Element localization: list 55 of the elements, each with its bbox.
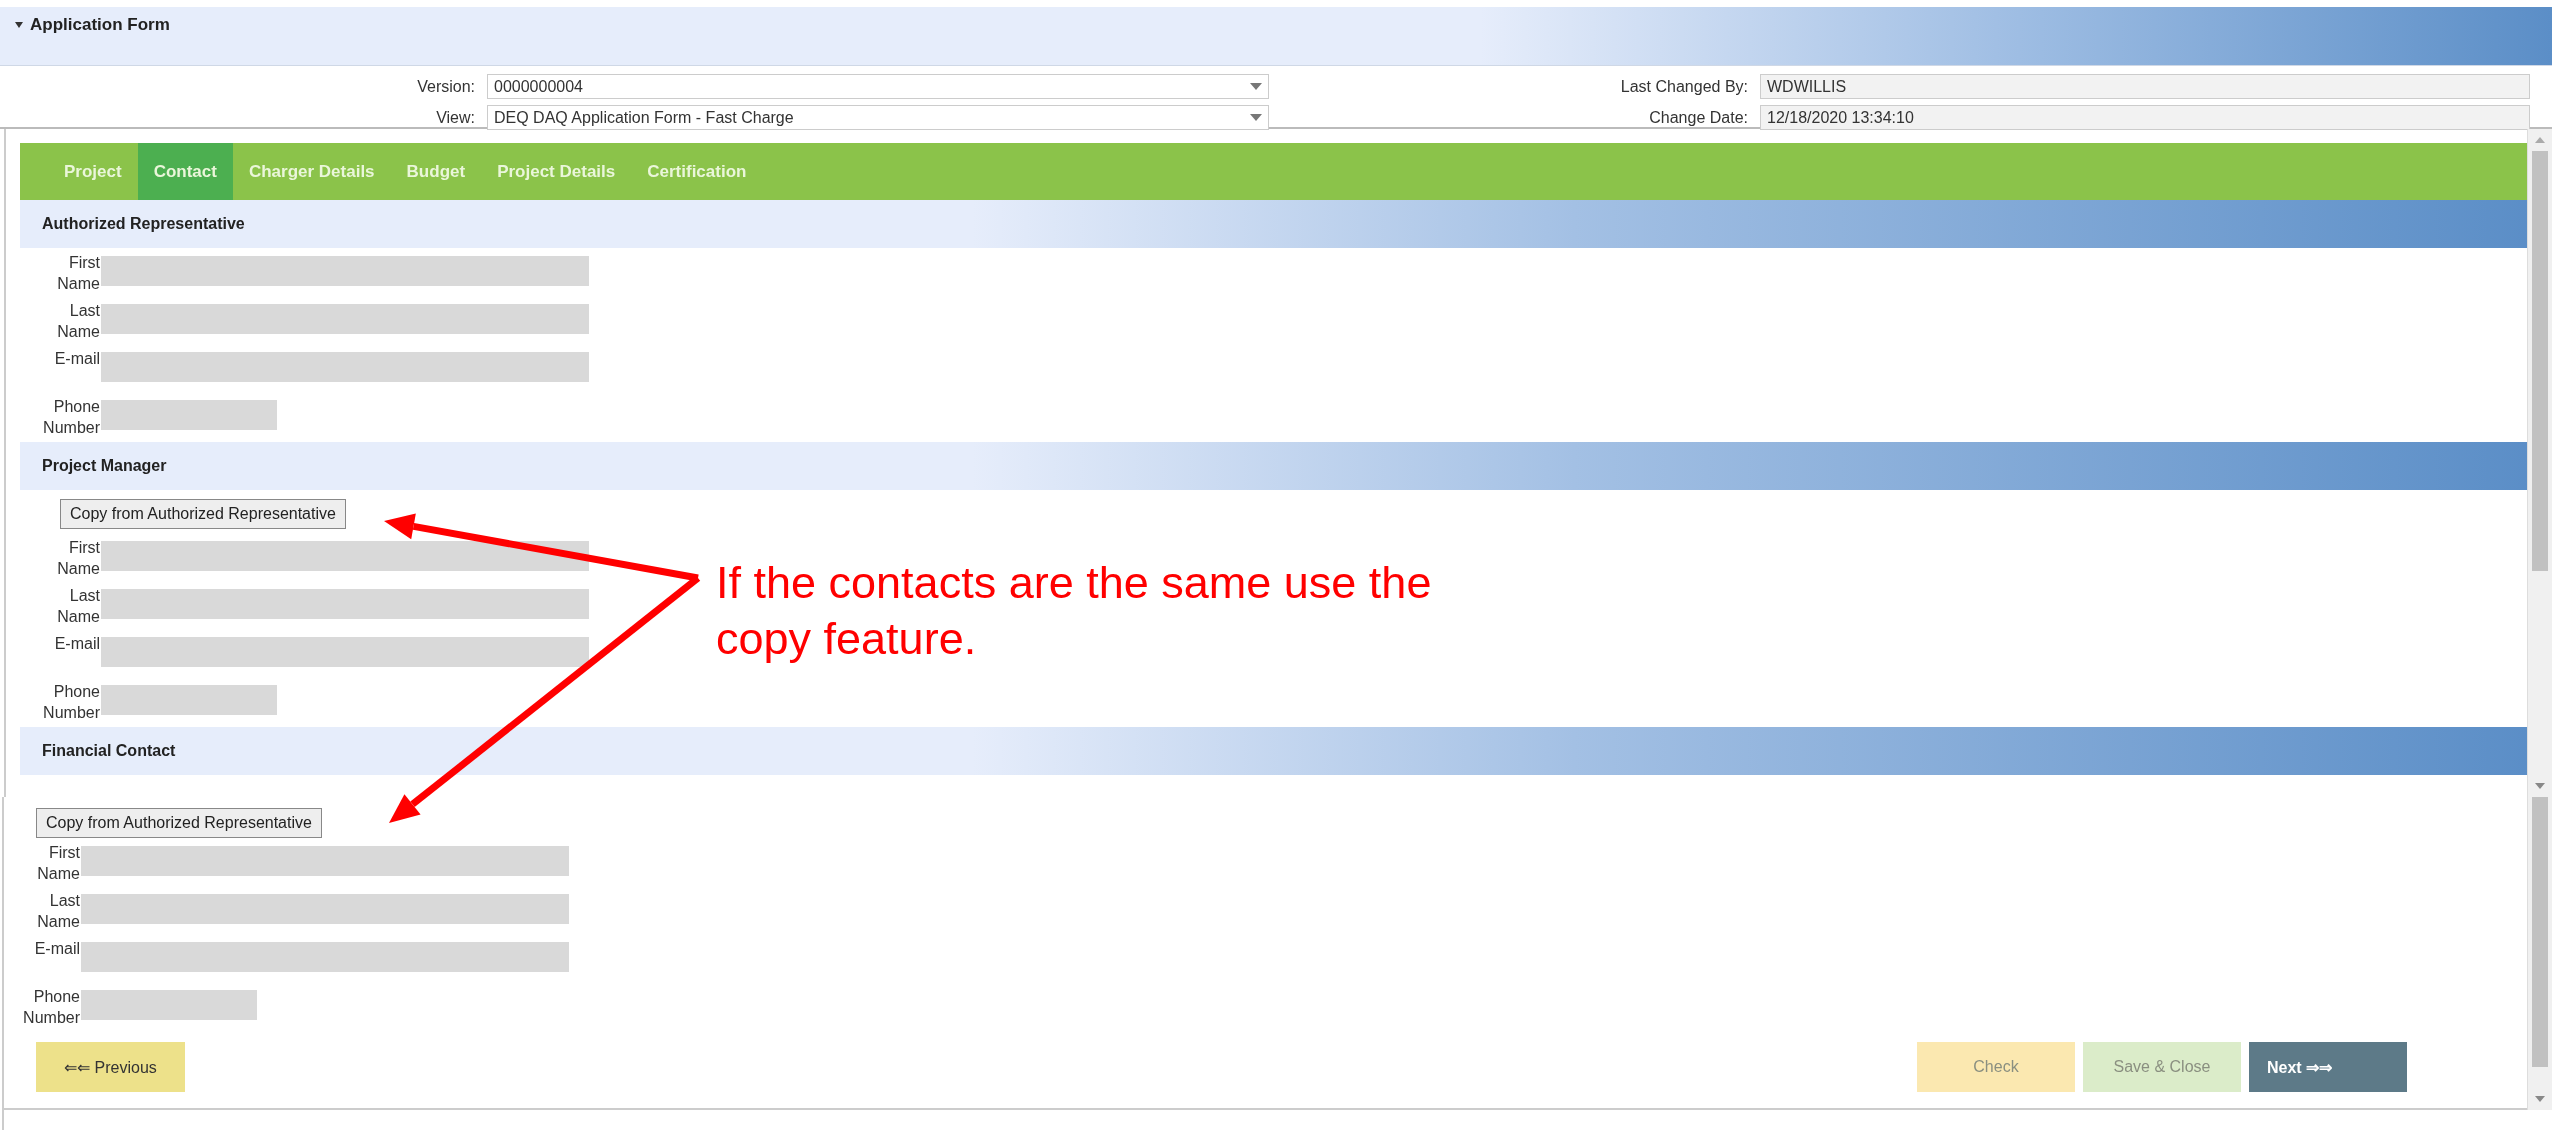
tab[interactable]: Budget (390, 143, 482, 200)
field-label: First Name (56, 253, 101, 294)
collapse-icon[interactable] (14, 21, 24, 29)
dropdown-arrow-icon[interactable] (1250, 83, 1262, 90)
text-field[interactable] (101, 541, 589, 571)
field-label: First Name (36, 843, 81, 884)
field-label: E-mail (33, 939, 81, 959)
field-label: First Name (56, 538, 101, 579)
field-label: Phone Number (22, 987, 81, 1028)
field-label: Phone Number (42, 397, 101, 438)
text-field[interactable] (101, 352, 589, 382)
dropdown-field[interactable]: 0000000004 (487, 74, 1269, 99)
tab[interactable]: Certification (631, 143, 763, 200)
copy-button[interactable]: Copy from Authorized Representative (36, 808, 322, 838)
field-label: Last Changed By: (1619, 77, 1748, 96)
dropdown-arrow-icon[interactable] (1250, 114, 1262, 121)
text-field[interactable] (101, 400, 277, 430)
text-field[interactable] (101, 589, 589, 619)
field-label: Last Name (56, 301, 101, 342)
copy-button[interactable]: Copy from Authorized Representative (60, 499, 346, 529)
text-field[interactable] (101, 637, 589, 667)
annotation-text: If the contacts are the same use the copy feature. (716, 556, 1433, 666)
tab[interactable]: Project Details (481, 143, 632, 200)
readonly-field: WDWILLIS (1760, 74, 2530, 99)
scrollbar[interactable] (2527, 797, 2552, 1110)
panel-title: Application Form (30, 15, 170, 35)
scrollbar[interactable] (2527, 129, 2552, 797)
dropdown-field[interactable]: DEQ DAQ Application Form - Fast Charge (487, 105, 1269, 130)
field-label: E-mail (53, 349, 101, 369)
next-button[interactable]: Next ⇒⇒ (2249, 1042, 2407, 1092)
section-header: Project Manager (20, 442, 2527, 490)
readonly-field: 12/18/2020 13:34:10 (1760, 105, 2530, 130)
field-label: Version: (416, 77, 475, 96)
field-label: Last Name (36, 891, 81, 932)
scroll-down-icon[interactable] (2535, 783, 2545, 789)
text-field[interactable] (81, 894, 569, 924)
text-field[interactable] (81, 990, 257, 1020)
tab[interactable]: Contact (137, 143, 233, 200)
scroll-down-icon[interactable] (2535, 1096, 2545, 1102)
field-label: E-mail (53, 634, 101, 654)
tab[interactable]: Project (48, 143, 138, 200)
text-field[interactable] (101, 256, 589, 286)
field-label: Change Date: (1648, 108, 1748, 127)
text-field[interactable] (81, 942, 569, 972)
previous-button[interactable]: ⇐⇐ Previous (36, 1042, 185, 1092)
field-label: Phone Number (42, 682, 101, 723)
text-field[interactable] (81, 846, 569, 876)
field-label: View: (435, 108, 475, 127)
scroll-up-icon[interactable] (2535, 137, 2545, 143)
text-field[interactable] (101, 304, 589, 334)
tab[interactable]: Charger Details (232, 143, 391, 200)
section-header: Financial Contact (20, 727, 2527, 775)
field-label: Last Name (56, 586, 101, 627)
section-header: Authorized Representative (20, 200, 2527, 248)
text-field[interactable] (101, 685, 277, 715)
